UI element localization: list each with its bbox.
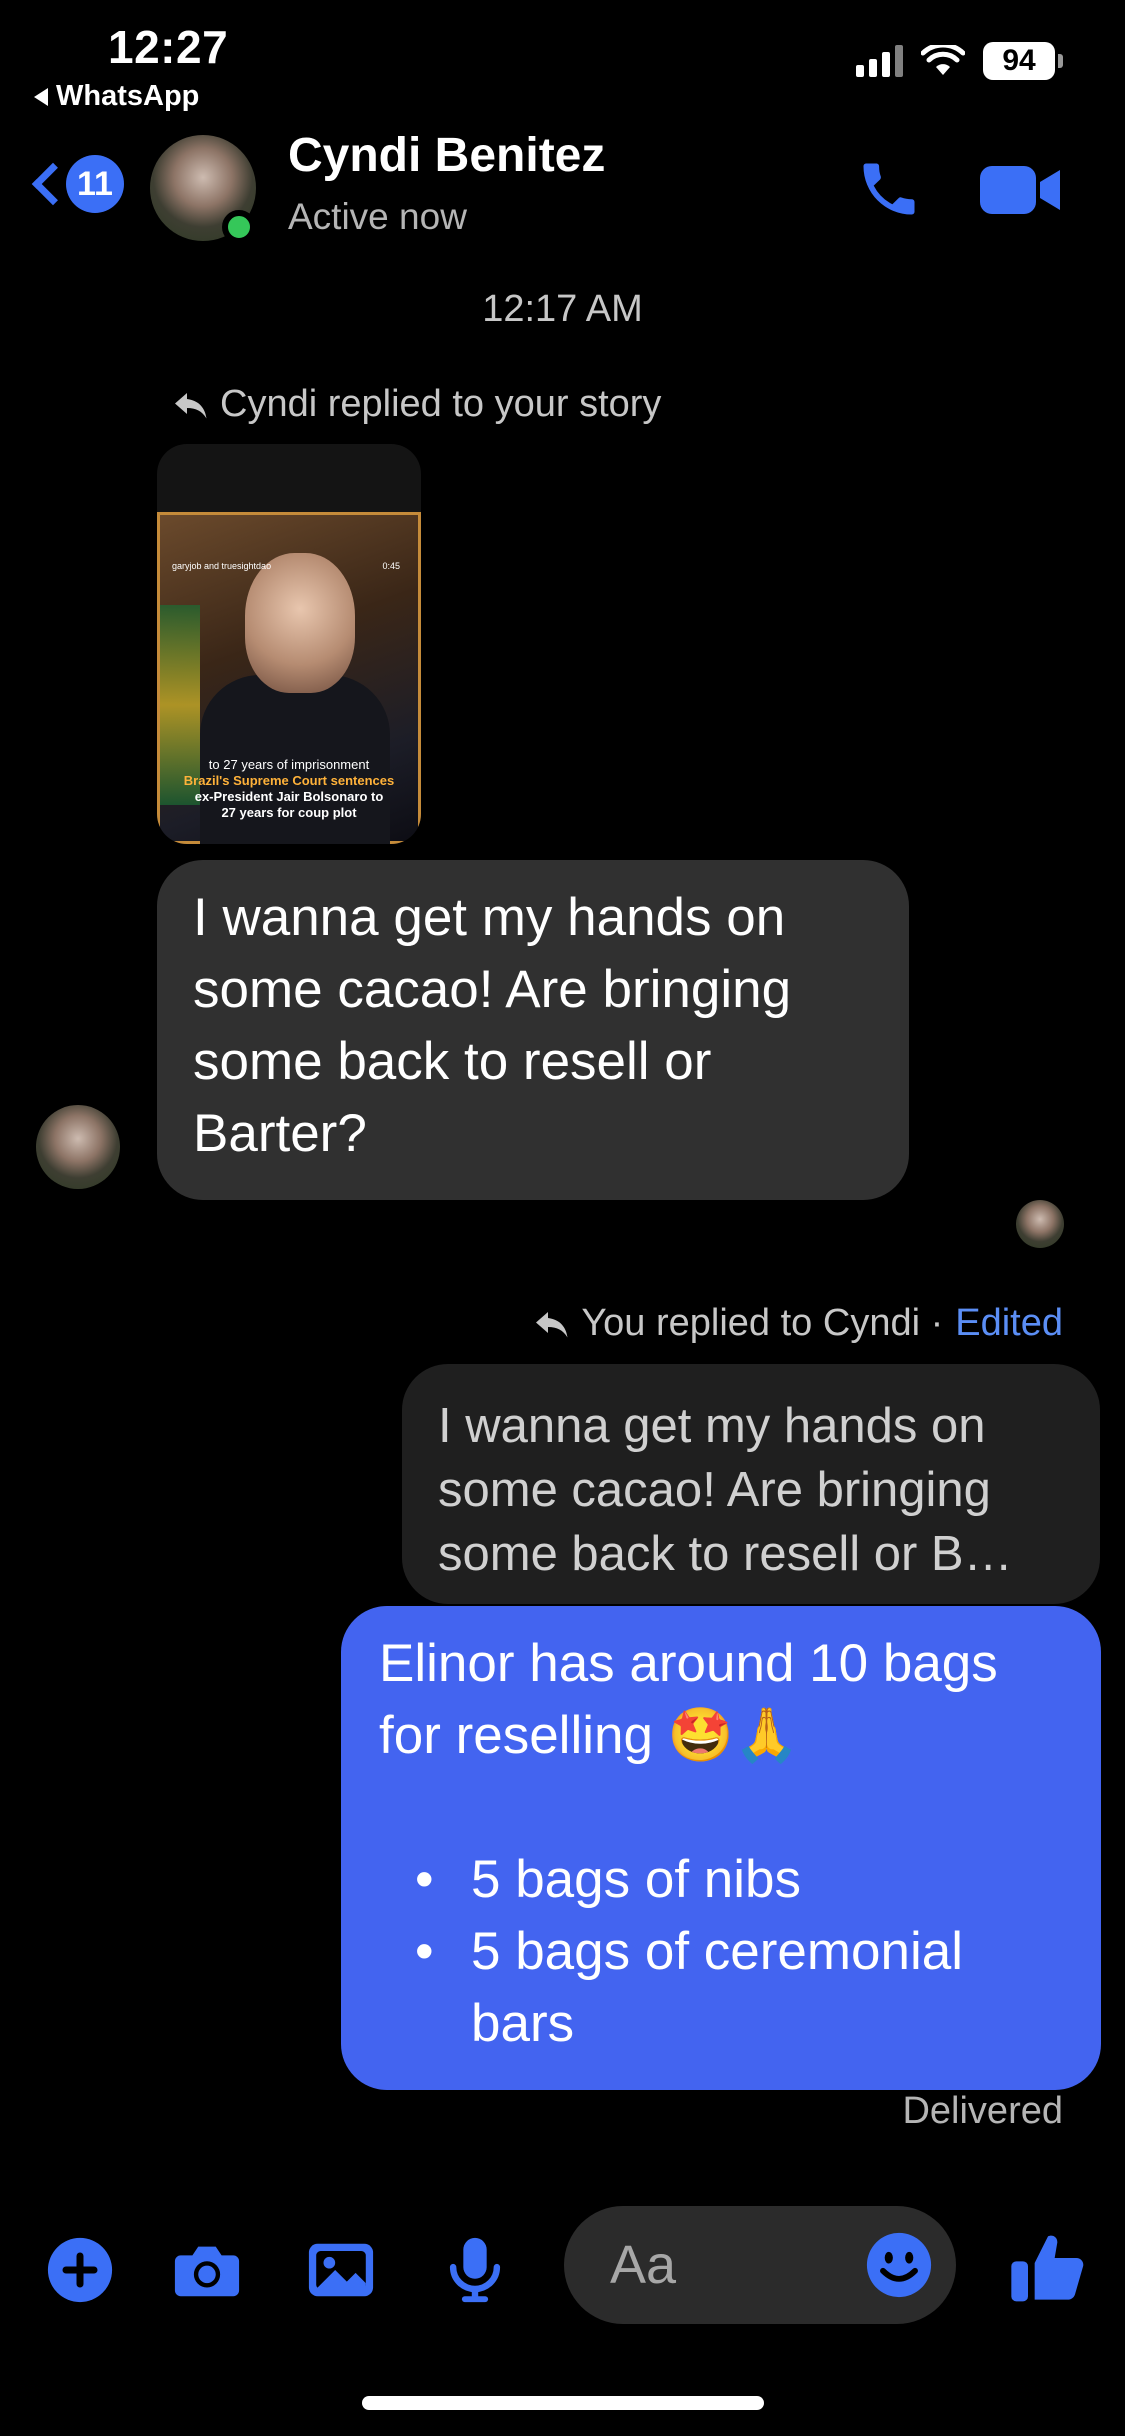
story-figure-face bbox=[245, 553, 355, 693]
video-call-icon[interactable] bbox=[980, 162, 1060, 218]
story-reply-label: Cyndi replied to your story bbox=[172, 383, 661, 426]
microphone-icon[interactable] bbox=[440, 2235, 510, 2305]
message-input-container[interactable] bbox=[564, 2206, 956, 2324]
story-author-tag: garyjob and truesightdao bbox=[172, 561, 272, 571]
online-status-dot bbox=[222, 210, 256, 244]
message-input[interactable] bbox=[610, 2206, 860, 2324]
story-caption-line: 27 years for coup plot bbox=[221, 805, 357, 820]
my-reply-label: You replied to Cyndi · Edited bbox=[533, 1302, 1063, 1345]
story-reply-text: Cyndi replied to your story bbox=[220, 383, 662, 425]
chevron-left-icon bbox=[31, 162, 75, 206]
cellular-signal-icon bbox=[856, 45, 903, 77]
my-reply-text: You replied to Cyndi · bbox=[581, 1302, 944, 1344]
wifi-icon bbox=[921, 45, 965, 75]
story-thumbnail: garyjob and truesightdao 0:45 to 27 year… bbox=[157, 512, 421, 844]
back-triangle-icon bbox=[34, 87, 48, 106]
reply-arrow-icon bbox=[536, 1311, 568, 1337]
message-timestamp: 12:17 AM bbox=[482, 288, 643, 330]
outgoing-message-intro: Elinor has around 10 bags for reselling … bbox=[379, 1634, 998, 1765]
phone-call-icon[interactable] bbox=[855, 155, 923, 223]
emoji-icon[interactable] bbox=[864, 2230, 934, 2300]
read-receipt-avatar bbox=[1016, 1200, 1064, 1248]
story-duration: 0:45 bbox=[382, 561, 400, 571]
story-caption-line: ex-President Jair Bolsonaro to bbox=[194, 789, 384, 804]
back-to-app-link[interactable]: WhatsApp bbox=[34, 80, 199, 113]
back-app-label: WhatsApp bbox=[56, 80, 200, 112]
edited-link[interactable]: Edited bbox=[955, 1302, 1063, 1345]
back-button[interactable]: 11 bbox=[24, 155, 124, 213]
story-caption-line: Brazil's Supreme Court sentences bbox=[183, 773, 395, 788]
contact-name[interactable]: Cyndi Benitez bbox=[288, 128, 605, 183]
story-preview-card[interactable]: garyjob and truesightdao 0:45 to 27 year… bbox=[157, 444, 421, 844]
gallery-icon[interactable] bbox=[306, 2235, 376, 2305]
list-item: 5 bags of ceremonial bars bbox=[379, 1916, 1063, 2060]
unread-count-badge: 11 bbox=[66, 155, 124, 213]
outgoing-message-bubble[interactable]: Elinor has around 10 bags for reselling … bbox=[341, 1606, 1101, 2090]
incoming-message-bubble[interactable]: I wanna get my hands on some cacao! Are … bbox=[157, 860, 909, 1200]
delivery-status: Delivered bbox=[902, 2090, 1063, 2132]
status-time: 12:27 bbox=[108, 21, 229, 73]
reply-arrow-icon bbox=[175, 392, 207, 418]
camera-icon[interactable] bbox=[172, 2235, 242, 2305]
battery-icon: 94 bbox=[983, 42, 1063, 80]
quoted-message[interactable]: I wanna get my hands on some cacao! Are … bbox=[402, 1364, 1100, 1604]
contact-active-status: Active now bbox=[288, 196, 467, 237]
sender-avatar[interactable] bbox=[36, 1105, 120, 1189]
status-indicators: 94 bbox=[856, 42, 1063, 80]
story-caption-line: to 27 years of imprisonment bbox=[208, 757, 370, 772]
plus-icon[interactable] bbox=[45, 2235, 115, 2305]
thumbs-up-icon[interactable] bbox=[1008, 2228, 1088, 2308]
outgoing-message-list: 5 bags of nibs 5 bags of ceremonial bars bbox=[379, 1844, 1063, 2060]
home-indicator bbox=[362, 2396, 764, 2410]
list-item: 5 bags of nibs bbox=[379, 1844, 1063, 1916]
